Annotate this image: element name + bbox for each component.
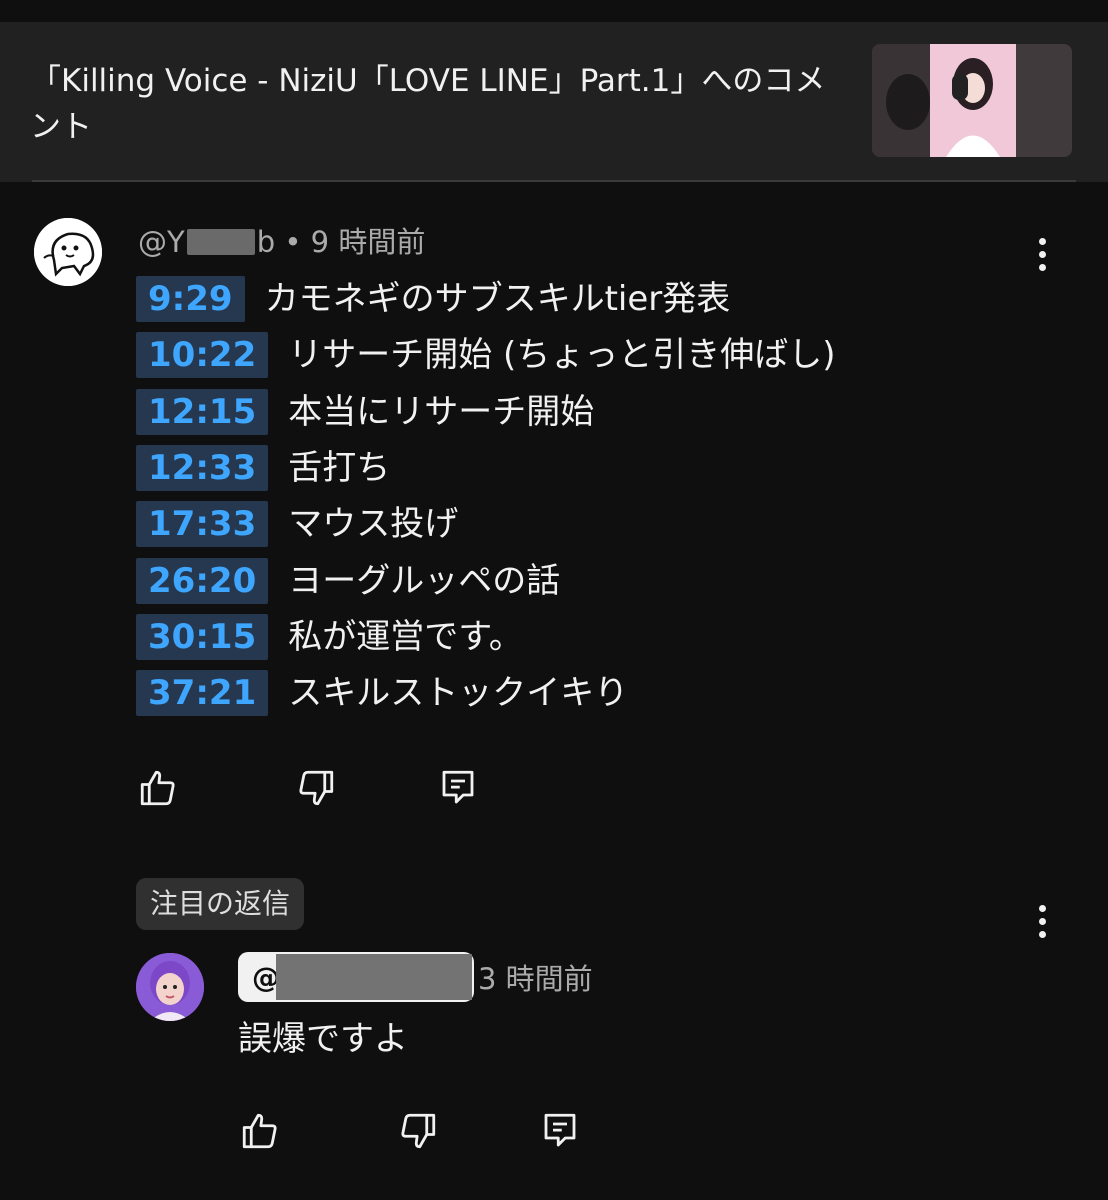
timestamp-row: 9:29 カモネギのサブスキルtier発表 xyxy=(136,276,730,322)
reply-dislike-button[interactable] xyxy=(395,1108,441,1154)
reply-like-button[interactable] xyxy=(237,1108,283,1154)
timestamp-row: 10:22 リサーチ開始 (ちょっと引き伸ばし) xyxy=(136,332,836,378)
timestamp-link[interactable]: 9:29 xyxy=(136,276,245,322)
timestamp-row: 17:33 マウス投げ xyxy=(136,501,458,547)
timestamp-link[interactable]: 17:33 xyxy=(136,501,269,547)
timestamp-label: マウス投げ xyxy=(288,504,459,544)
timestamp-label: ヨーグルッペの話 xyxy=(288,561,561,601)
thumbs-up-icon xyxy=(242,1113,277,1149)
comment-author-line: @Y b • 9 時間前 xyxy=(138,222,425,262)
reply-button[interactable] xyxy=(435,765,481,811)
dislike-button[interactable] xyxy=(293,765,339,811)
header-title: 「Killing Voice - NiziU「LOVE LINE」Part.1」… xyxy=(30,63,826,145)
comment-icon xyxy=(544,1113,576,1147)
thumbs-down-icon xyxy=(401,1113,436,1149)
timestamp-link[interactable]: 12:33 xyxy=(136,445,269,491)
timestamp-label: リサーチ開始 (ちょっと引き伸ばし) xyxy=(288,335,836,375)
timestamp-label: 舌打ち xyxy=(288,448,391,488)
reply-text: 誤爆ですよ xyxy=(238,1019,408,1059)
timestamp-row: 12:15 本当にリサーチ開始 xyxy=(136,389,594,435)
reply-time: 3 時間前 xyxy=(478,962,593,996)
status-bar xyxy=(0,0,1108,22)
timestamp-row: 26:20 ヨーグルッペの話 xyxy=(136,558,560,604)
timestamp-label: 私が運営です。 xyxy=(288,617,523,657)
comment-author-suffix[interactable]: b xyxy=(257,222,275,262)
comment-author-name[interactable]: @Y xyxy=(138,222,185,262)
more-vertical-icon xyxy=(1038,237,1046,271)
like-button[interactable] xyxy=(135,765,181,811)
thumbs-down-icon xyxy=(299,770,334,806)
reply-author-line: @ 3 時間前 xyxy=(238,952,593,1002)
reply-reply-button[interactable] xyxy=(537,1108,583,1154)
timestamp-row: 37:21 スキルストックイキり xyxy=(136,670,628,716)
timestamp-link[interactable]: 10:22 xyxy=(136,332,269,378)
reply-menu-button[interactable] xyxy=(1022,897,1062,945)
timestamp-label: カモネギのサブスキルtier発表 xyxy=(264,279,731,319)
timestamp-label: スキルストックイキり xyxy=(288,673,629,713)
more-vertical-icon xyxy=(1038,904,1046,938)
timestamp-label: 本当にリサーチ開始 xyxy=(288,392,595,432)
timestamp-link[interactable]: 30:15 xyxy=(136,614,269,660)
pinned-replies-chip[interactable]: 注目の返信 xyxy=(136,878,305,930)
reply-author-chip[interactable]: @ xyxy=(238,952,474,1002)
comments-header: 「Killing Voice - NiziU「LOVE LINE」Part.1」… xyxy=(0,22,1108,182)
comment-menu-button[interactable] xyxy=(1022,230,1062,278)
commenter-avatar[interactable] xyxy=(34,218,102,286)
redacted-name xyxy=(276,954,472,1000)
timestamp-row: 30:15 私が運営です。 xyxy=(136,614,523,660)
video-thumbnail[interactable] xyxy=(872,44,1072,157)
redacted-name xyxy=(186,229,255,255)
comment-time: • 9 時間前 xyxy=(284,225,426,259)
timestamp-row: 12:33 舌打ち xyxy=(136,445,390,491)
timestamp-link[interactable]: 37:21 xyxy=(136,670,269,716)
thumbs-up-icon xyxy=(140,770,175,806)
header-divider xyxy=(32,180,1076,182)
reply-avatar[interactable] xyxy=(136,953,204,1021)
comment-icon xyxy=(442,770,474,804)
timestamp-link[interactable]: 26:20 xyxy=(136,558,269,604)
timestamp-link[interactable]: 12:15 xyxy=(136,389,269,435)
